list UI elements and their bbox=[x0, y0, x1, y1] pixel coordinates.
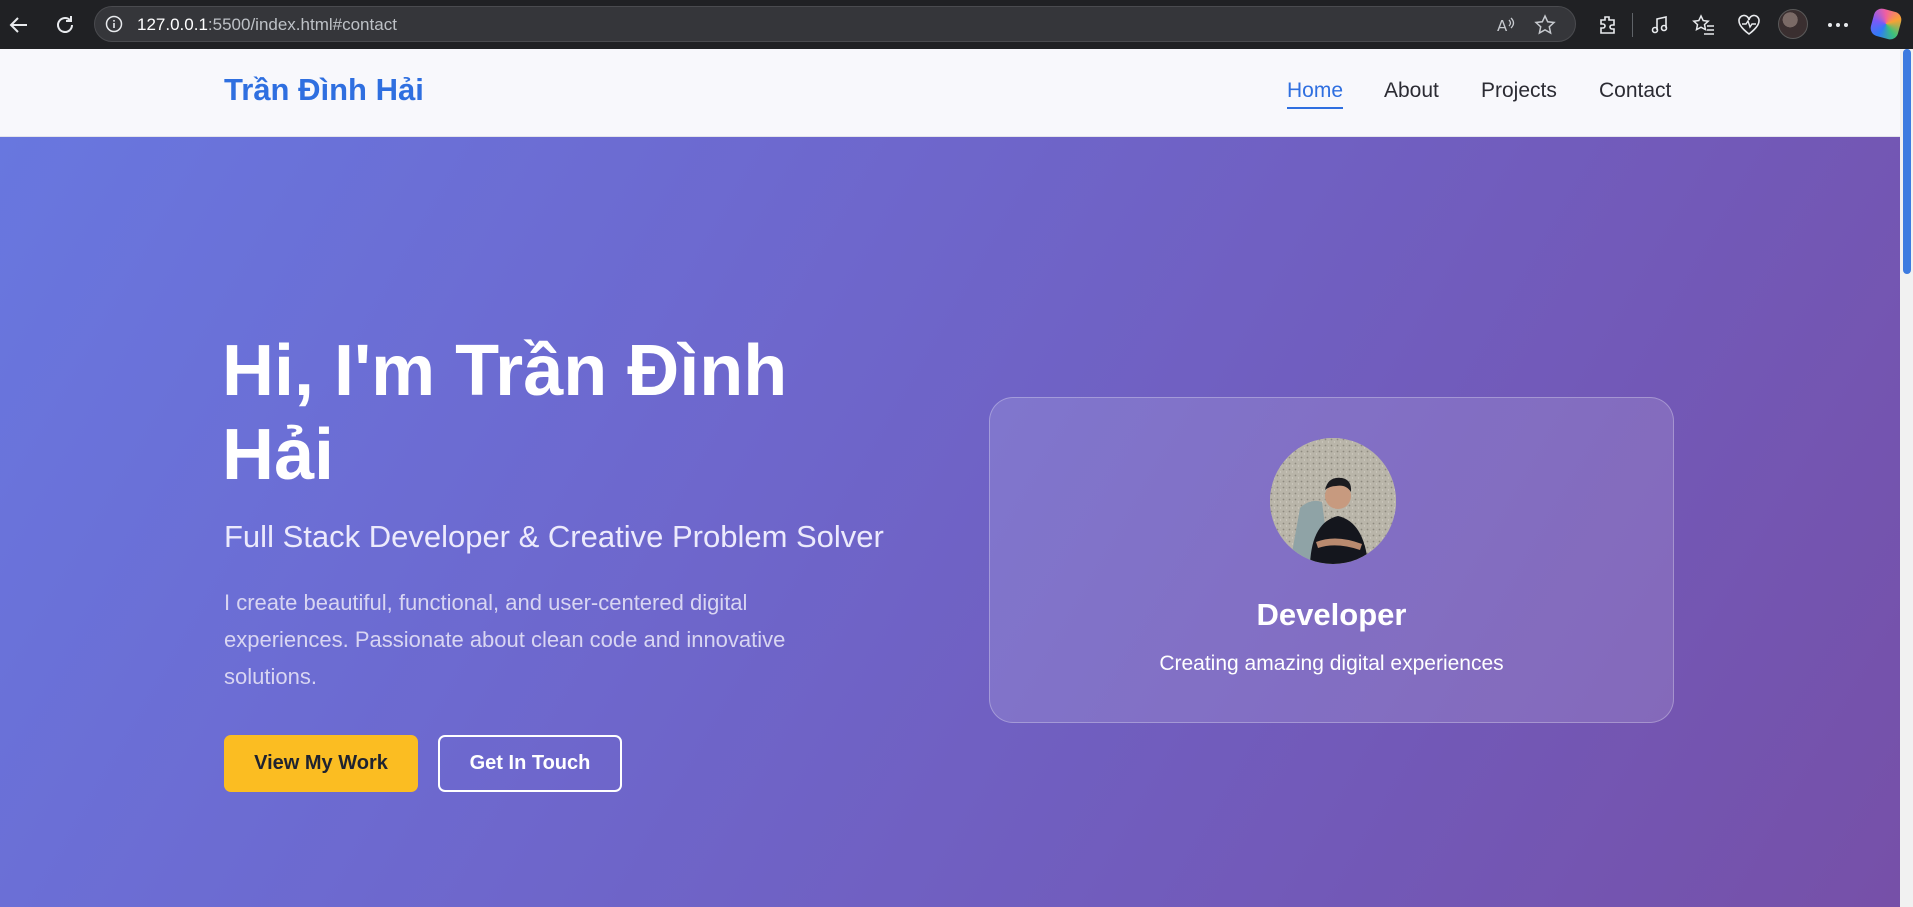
back-icon[interactable] bbox=[4, 10, 34, 40]
card-role: Developer bbox=[1256, 597, 1407, 632]
url-host: 127.0.0.1 bbox=[137, 15, 208, 34]
url-text[interactable]: 127.0.0.1:5500/index.html#contact bbox=[137, 15, 397, 35]
info-icon[interactable] bbox=[105, 15, 123, 33]
nav-link-about[interactable]: About bbox=[1384, 79, 1439, 103]
media-icon[interactable] bbox=[1645, 10, 1675, 40]
get-in-touch-button[interactable]: Get In Touch bbox=[438, 735, 622, 792]
url-path: :5500/index.html#contact bbox=[207, 15, 397, 34]
profile-card: Developer Creating amazing digital exper… bbox=[989, 397, 1674, 723]
profile-avatar[interactable] bbox=[1778, 9, 1808, 39]
hero-title: Hi, I'm Trần Đình Hải bbox=[222, 331, 788, 495]
extensions-icon[interactable] bbox=[1593, 10, 1623, 40]
profile-photo bbox=[1270, 438, 1396, 564]
site-navbar: Trần Đình Hải Home About Projects Contac… bbox=[0, 49, 1900, 137]
svg-text:A: A bbox=[1497, 17, 1508, 35]
health-icon[interactable] bbox=[1734, 10, 1764, 40]
favorites-icon[interactable] bbox=[1689, 10, 1719, 40]
card-tagline: Creating amazing digital experiences bbox=[1159, 652, 1504, 675]
toolbar-separator bbox=[1632, 13, 1633, 37]
view-my-work-button[interactable]: View My Work bbox=[224, 735, 418, 792]
address-bar[interactable]: 127.0.0.1:5500/index.html#contact A bbox=[94, 6, 1576, 42]
copilot-icon[interactable] bbox=[1868, 6, 1904, 42]
page-scrollbar[interactable] bbox=[1900, 49, 1913, 907]
favorite-star-icon[interactable] bbox=[1533, 13, 1557, 37]
site-logo[interactable]: Trần Đình Hải bbox=[224, 72, 424, 108]
nav-link-home[interactable]: Home bbox=[1287, 79, 1344, 109]
nav-link-contact[interactable]: Contact bbox=[1599, 79, 1671, 103]
browser-toolbar: 127.0.0.1:5500/index.html#contact A bbox=[0, 0, 1913, 49]
refresh-icon[interactable] bbox=[50, 10, 80, 40]
hero-subtitle: Full Stack Developer & Creative Problem … bbox=[224, 519, 884, 554]
more-icon[interactable] bbox=[1823, 10, 1853, 40]
read-aloud-icon[interactable]: A bbox=[1495, 13, 1519, 37]
page-viewport: Trần Đình Hải Home About Projects Contac… bbox=[0, 49, 1900, 907]
nav-link-projects[interactable]: Projects bbox=[1481, 79, 1557, 103]
scrollbar-thumb[interactable] bbox=[1903, 49, 1911, 274]
hero-description: I create beautiful, functional, and user… bbox=[224, 590, 786, 689]
